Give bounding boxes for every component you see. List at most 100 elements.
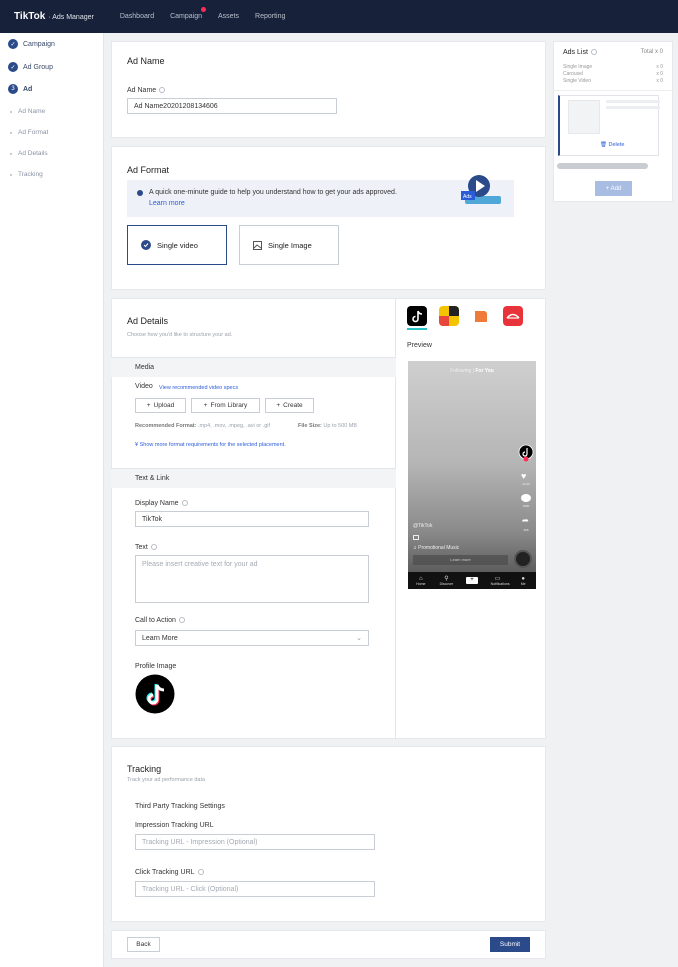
add-ad-button[interactable]: + Add (595, 181, 632, 196)
video-guide-illustration-icon: Ads (461, 175, 501, 204)
ad-details-title: Ad Details (127, 316, 169, 326)
feed-tabs: Following | For You (450, 368, 494, 374)
main-nav: Dashboard Campaign Assets Reporting (120, 7, 302, 20)
preview-cta-button: Learn more (413, 555, 508, 565)
notifications-tab-icon: ▭ Notifications (490, 576, 510, 586)
ad-thumbnail-placeholder (568, 100, 600, 134)
video-specs-link[interactable]: View recommended video specs (159, 385, 238, 391)
like-count: 23.4k (522, 482, 530, 486)
ad-name-input[interactable]: Ad Name20201208134606 (127, 98, 337, 114)
ads-row-single-video: Single Video (563, 78, 591, 84)
ads-row-carousel-count: x 0 (656, 71, 663, 77)
ads-total: Total x 0 (640, 49, 663, 55)
pangle-placement-icon[interactable] (503, 306, 523, 326)
click-tracking-label: Click Tracking URL (135, 869, 204, 876)
help-icon (590, 49, 597, 56)
display-name-input[interactable]: TikTok (135, 511, 369, 527)
file-size-text: File Size: Up to 500 MB (298, 423, 358, 429)
step-campaign[interactable]: ✓ Campaign (8, 39, 55, 49)
recommended-format-text: Recommended Format: .mp4, .mov, .mpeg, .… (135, 423, 271, 429)
delete-ad-link[interactable]: 🗑 Delete (600, 142, 624, 148)
check-circle-icon: ✓ (8, 62, 18, 72)
ad-text-textarea[interactable]: Please insert creative text for your ad (135, 555, 369, 603)
text-link-section-header: Text & Link (111, 468, 396, 488)
ads-row-single-video-count: x 0 (656, 78, 663, 84)
cta-label: Call to Action (135, 617, 185, 624)
create-button[interactable]: + Create (265, 398, 314, 413)
help-icon (197, 869, 204, 876)
sub-step-ad-details[interactable]: Ad Details (10, 150, 48, 157)
nav-campaign[interactable]: Campaign (170, 7, 207, 20)
notification-dot-icon (201, 7, 207, 12)
plus-icon: + (146, 402, 151, 409)
music-text: ♫ Promotional Music (413, 545, 460, 551)
ads-row-single-image-count: x 0 (656, 64, 663, 70)
plus-icon: + (276, 402, 281, 409)
profile-image-label: Profile Image (135, 663, 177, 670)
brand-sub: · Ads Manager (48, 14, 94, 21)
top-bar: TikTok · Ads Manager Dashboard Campaign … (0, 0, 678, 33)
caption-icon (413, 535, 419, 540)
text-label: Text (135, 544, 157, 551)
svg-text:Ads: Ads (463, 194, 472, 200)
help-icon (181, 500, 188, 507)
sub-step-ad-name[interactable]: Ad Name (10, 108, 45, 115)
ads-list-panel: Ads List Total x 0 Single Image x 0 Caro… (553, 41, 673, 202)
tracking-subtitle: Track your ad performance data (127, 777, 206, 783)
tiktok-logo[interactable]: TikTok · Ads Manager (14, 11, 94, 22)
submit-button[interactable]: Submit (490, 937, 530, 952)
help-icon (159, 87, 166, 94)
back-button[interactable]: Back (127, 937, 160, 952)
show-more-format-link[interactable]: ¥ Show more format requirements for the … (135, 442, 286, 448)
ad-name-title: Ad Name (127, 56, 165, 66)
info-icon (137, 190, 143, 196)
image-icon (253, 240, 262, 250)
help-icon (178, 617, 185, 624)
learn-more-link[interactable]: Learn more (149, 200, 185, 207)
ads-row-carousel: Carousel (563, 71, 584, 77)
from-library-button[interactable]: + From Library (191, 398, 260, 413)
music-disc-icon (514, 550, 532, 568)
step-number: 3 (8, 84, 18, 94)
guide-text: A quick one-minute guide to help you und… (149, 189, 397, 196)
click-tracking-input[interactable]: Tracking URL - Click (Optional) (135, 881, 375, 897)
ad-thumbnail-card[interactable]: 🗑 Delete (558, 95, 660, 156)
third-party-tracking-heading: Third Party Tracking Settings (135, 803, 225, 810)
sub-step-tracking[interactable]: Tracking (10, 171, 43, 178)
me-tab-icon: ● Me (520, 575, 526, 586)
step-ad[interactable]: 3 Ad (8, 84, 32, 94)
comment-icon (521, 494, 531, 502)
footer-bar (111, 930, 546, 959)
news-placement-icon[interactable] (471, 306, 491, 326)
upload-button[interactable]: + Upload (135, 398, 186, 413)
selected-placement-underline (407, 328, 427, 330)
tracking-title: Tracking (127, 764, 162, 774)
check-circle-icon (141, 240, 151, 250)
create-tab-icon: + (465, 577, 479, 584)
comment-count: 7890 (522, 504, 530, 508)
ad-name-label: Ad Name (127, 87, 166, 94)
horizontal-scrollbar[interactable] (557, 163, 648, 169)
nav-reporting[interactable]: Reporting (255, 13, 285, 20)
impression-tracking-input[interactable]: Tracking URL - Impression (Optional) (135, 834, 375, 850)
tiktok-placement-icon[interactable] (407, 306, 427, 326)
buzzvideo-placement-icon[interactable] (439, 306, 459, 326)
ads-row-single-image: Single Image (563, 64, 593, 70)
brand-name: TikTok (14, 11, 46, 22)
sub-step-ad-format[interactable]: Ad Format (10, 129, 48, 136)
ads-list-title: Ads List (563, 49, 597, 56)
share-icon: ➦ (522, 516, 529, 525)
plus-icon: + (203, 402, 208, 409)
nav-dashboard[interactable]: Dashboard (120, 13, 154, 20)
step-ad-group[interactable]: ✓ Ad Group (8, 62, 53, 72)
format-single-video[interactable]: Single video (127, 225, 227, 265)
ad-format-card (111, 146, 546, 290)
tiktok-profile-avatar-icon[interactable] (135, 674, 175, 714)
nav-assets[interactable]: Assets (218, 13, 239, 20)
approval-guide-banner: A quick one-minute guide to help you und… (127, 175, 514, 217)
format-single-image[interactable]: Single Image (239, 225, 339, 265)
impression-tracking-label: Impression Tracking URL (135, 822, 214, 829)
cta-select[interactable]: Learn More ⌄ (135, 630, 369, 646)
media-section-header: Media (111, 357, 396, 377)
ad-details-subtitle: Choose how you'd like to structure your … (127, 332, 233, 338)
